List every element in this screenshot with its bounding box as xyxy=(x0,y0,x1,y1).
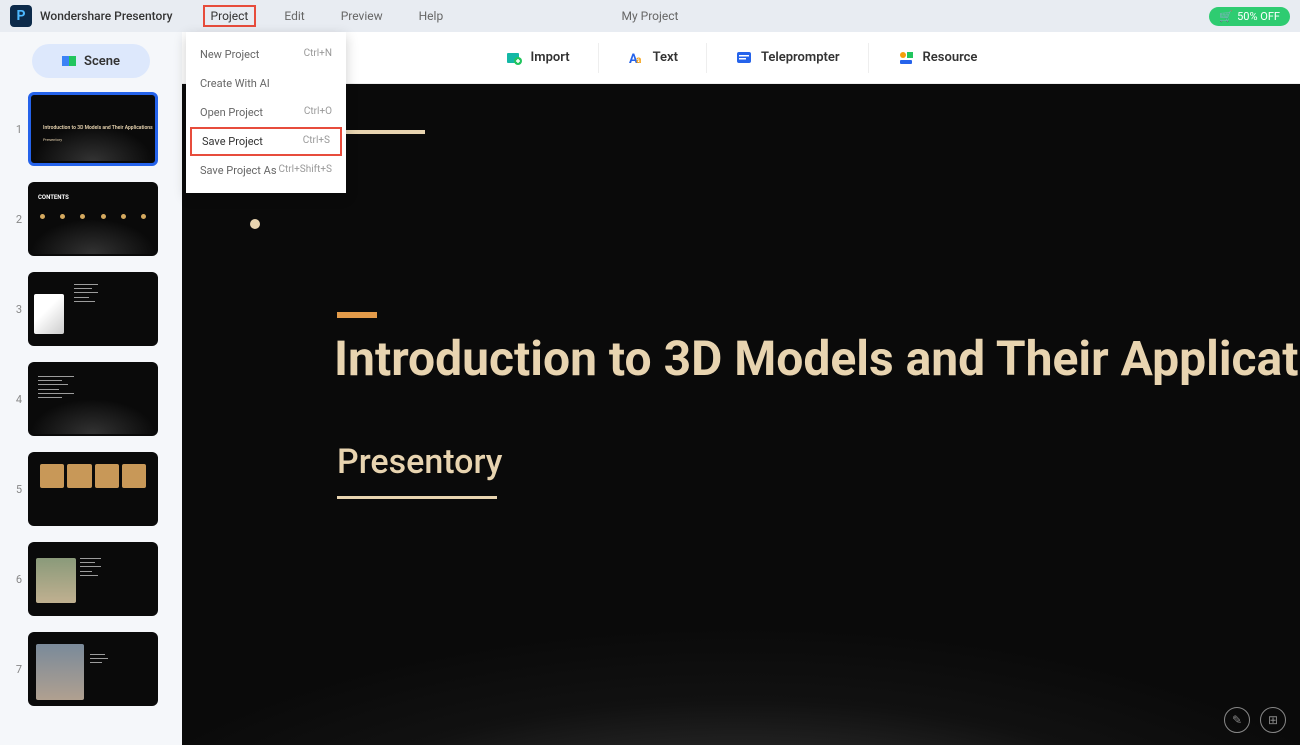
thumb-title: CONTENTS xyxy=(38,194,69,201)
tool-import[interactable]: Import xyxy=(477,43,599,73)
titlebar: P Wondershare Presentory Project Edit Pr… xyxy=(0,0,1300,32)
project-title: My Project xyxy=(622,9,679,23)
menu-help[interactable]: Help xyxy=(411,5,452,27)
thumb-number: 3 xyxy=(10,303,28,316)
scene-icon xyxy=(62,56,76,66)
thumb-number: 7 xyxy=(10,663,28,676)
subtitle-underline xyxy=(337,496,497,499)
tool-resource[interactable]: Resource xyxy=(869,43,1006,73)
thumb-number: 2 xyxy=(10,213,28,226)
slide-thumb-7[interactable]: ▬▬▬▬▬▬▬▬▬▬▬▬▬▬▬ xyxy=(28,632,158,706)
slide-thumb-5[interactable] xyxy=(28,452,158,526)
annotate-icon[interactable]: ✎ xyxy=(1224,707,1250,733)
accent-bar xyxy=(337,312,377,318)
thumb-sub: Presentory xyxy=(43,137,62,142)
tool-text[interactable]: Aa Text xyxy=(599,43,707,73)
menu-preview[interactable]: Preview xyxy=(333,5,391,27)
thumb-number: 4 xyxy=(10,393,28,406)
scene-label: Scene xyxy=(84,54,120,69)
app-logo-icon: P xyxy=(10,5,32,27)
toolbar: Import Aa Text Teleprompter Resource xyxy=(182,32,1300,84)
import-icon xyxy=(505,49,523,67)
grid-icon[interactable]: ⊞ xyxy=(1260,707,1286,733)
tool-teleprompter-label: Teleprompter xyxy=(761,50,840,65)
teleprompter-icon xyxy=(735,49,753,67)
slide-thumb-6[interactable]: ▬▬▬▬▬▬▬▬▬▬▬▬▬▬▬▬▬▬▬▬▬▬▬▬▬▬▬▬▬ xyxy=(28,542,158,616)
promo-label: 50% OFF xyxy=(1237,10,1280,23)
resource-icon xyxy=(897,49,915,67)
menu-save-as[interactable]: Save Project As Ctrl+Shift+S xyxy=(186,156,346,185)
cart-icon: 🛒 xyxy=(1219,10,1233,23)
thumb-number: 6 xyxy=(10,573,28,586)
tool-teleprompter[interactable]: Teleprompter xyxy=(707,43,869,73)
project-dropdown: New Project Ctrl+N Create With AI Open P… xyxy=(186,32,346,193)
menu-open-project[interactable]: Open Project Ctrl+O xyxy=(186,98,346,127)
menu-save-project[interactable]: Save Project Ctrl+S xyxy=(190,127,342,156)
menu-project[interactable]: Project xyxy=(203,5,257,27)
menu-edit[interactable]: Edit xyxy=(276,5,312,27)
thumb-number: 5 xyxy=(10,483,28,496)
slide-thumb-3[interactable]: ▬▬▬▬▬▬▬▬▬▬▬▬▬▬▬▬▬▬▬▬▬▬▬▬▬▬▬▬▬▬▬▬▬▬ xyxy=(28,272,158,346)
thumb-title: Introduction to 3D Models and Their Appl… xyxy=(43,125,153,131)
slide-thumb-4[interactable]: ▬▬▬▬▬▬▬▬▬▬▬▬▬▬▬▬▬▬▬▬▬▬▬▬▬▬▬▬▬▬▬▬▬▬▬▬▬▬▬▬… xyxy=(28,362,158,436)
slide-thumb-1[interactable]: Introduction to 3D Models and Their Appl… xyxy=(28,92,158,166)
thumb-number: 1 xyxy=(10,123,28,136)
shortcut: Ctrl+N xyxy=(304,48,332,61)
menu-new-project[interactable]: New Project Ctrl+N xyxy=(186,40,346,69)
slide-subtitle[interactable]: Presentory xyxy=(337,442,502,482)
menu-new-project-label: New Project xyxy=(200,48,259,61)
svg-text:a: a xyxy=(636,55,641,66)
menu-create-ai[interactable]: Create With AI xyxy=(186,69,346,98)
shortcut: Ctrl+O xyxy=(304,106,332,119)
menu-save-project-label: Save Project xyxy=(202,135,263,148)
canvas[interactable]: Introduction to 3D Models and Their Appl… xyxy=(182,84,1300,745)
menu-bar: Project Edit Preview Help xyxy=(203,5,452,27)
tool-import-label: Import xyxy=(531,50,570,65)
menu-save-as-label: Save Project As xyxy=(200,164,277,177)
shortcut: Ctrl+Shift+S xyxy=(278,164,332,177)
shortcut: Ctrl+S xyxy=(303,135,330,148)
content-area: Import Aa Text Teleprompter Resource Int… xyxy=(182,32,1300,745)
tool-text-label: Text xyxy=(653,50,678,65)
slide-thumbnails: 1 Introduction to 3D Models and Their Ap… xyxy=(0,92,182,722)
menu-open-project-label: Open Project xyxy=(200,106,263,119)
slide-thumb-2[interactable]: CONTENTS xyxy=(28,182,158,256)
decorative-dot xyxy=(250,219,260,229)
tool-resource-label: Resource xyxy=(923,50,978,65)
sidebar: Scene 1 Introduction to 3D Models and Th… xyxy=(0,32,182,745)
scene-button[interactable]: Scene xyxy=(32,44,150,78)
promo-badge[interactable]: 🛒 50% OFF xyxy=(1209,7,1290,26)
slide-title[interactable]: Introduction to 3D Models and Their Appl… xyxy=(334,330,1298,387)
app-name: Wondershare Presentory xyxy=(40,9,173,23)
menu-create-ai-label: Create With AI xyxy=(200,77,270,90)
text-icon: Aa xyxy=(627,49,645,67)
